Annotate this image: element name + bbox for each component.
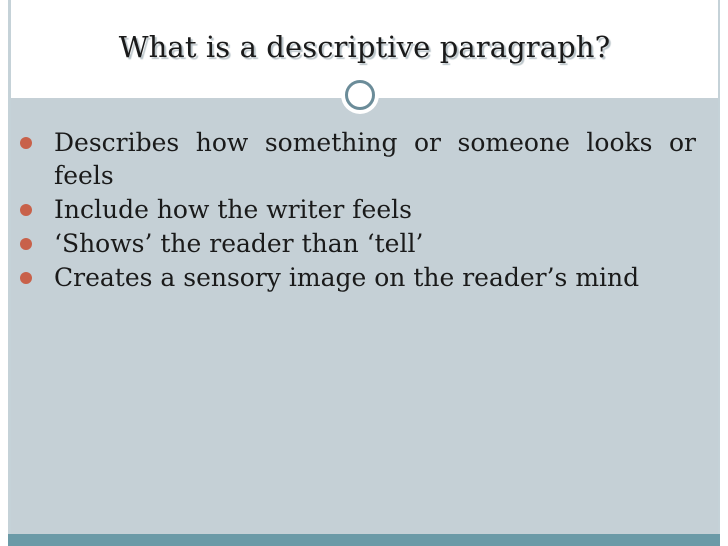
bullet-dot-icon [20, 238, 32, 250]
bullet-item: Describes how something or someone looks… [16, 126, 696, 192]
bullet-dot-icon [20, 204, 32, 216]
slide-title: What is a descriptive paragraph? [118, 30, 611, 64]
bullet-text: ‘Shows’ the reader than ‘tell’ [54, 229, 424, 258]
bullet-text: Describes how something or someone looks… [54, 128, 696, 190]
bullet-item: Include how the writer feels [16, 193, 696, 226]
slide: What is a descriptive paragraph? Describ… [0, 0, 728, 546]
bullet-item: Creates a sensory image on the reader’s … [16, 261, 696, 294]
bullet-dot-icon [20, 272, 32, 284]
bottom-accent-bar [8, 534, 720, 546]
bullet-item: ‘Shows’ the reader than ‘tell’ [16, 227, 696, 260]
bullet-dot-icon [20, 137, 32, 149]
slide-frame-right [718, 0, 720, 546]
circle-ornament-icon [345, 80, 375, 110]
bullet-list: Describes how something or someone looks… [16, 126, 696, 295]
bullet-text: Creates a sensory image on the reader’s … [54, 263, 640, 292]
bullet-text: Include how the writer feels [54, 195, 412, 224]
